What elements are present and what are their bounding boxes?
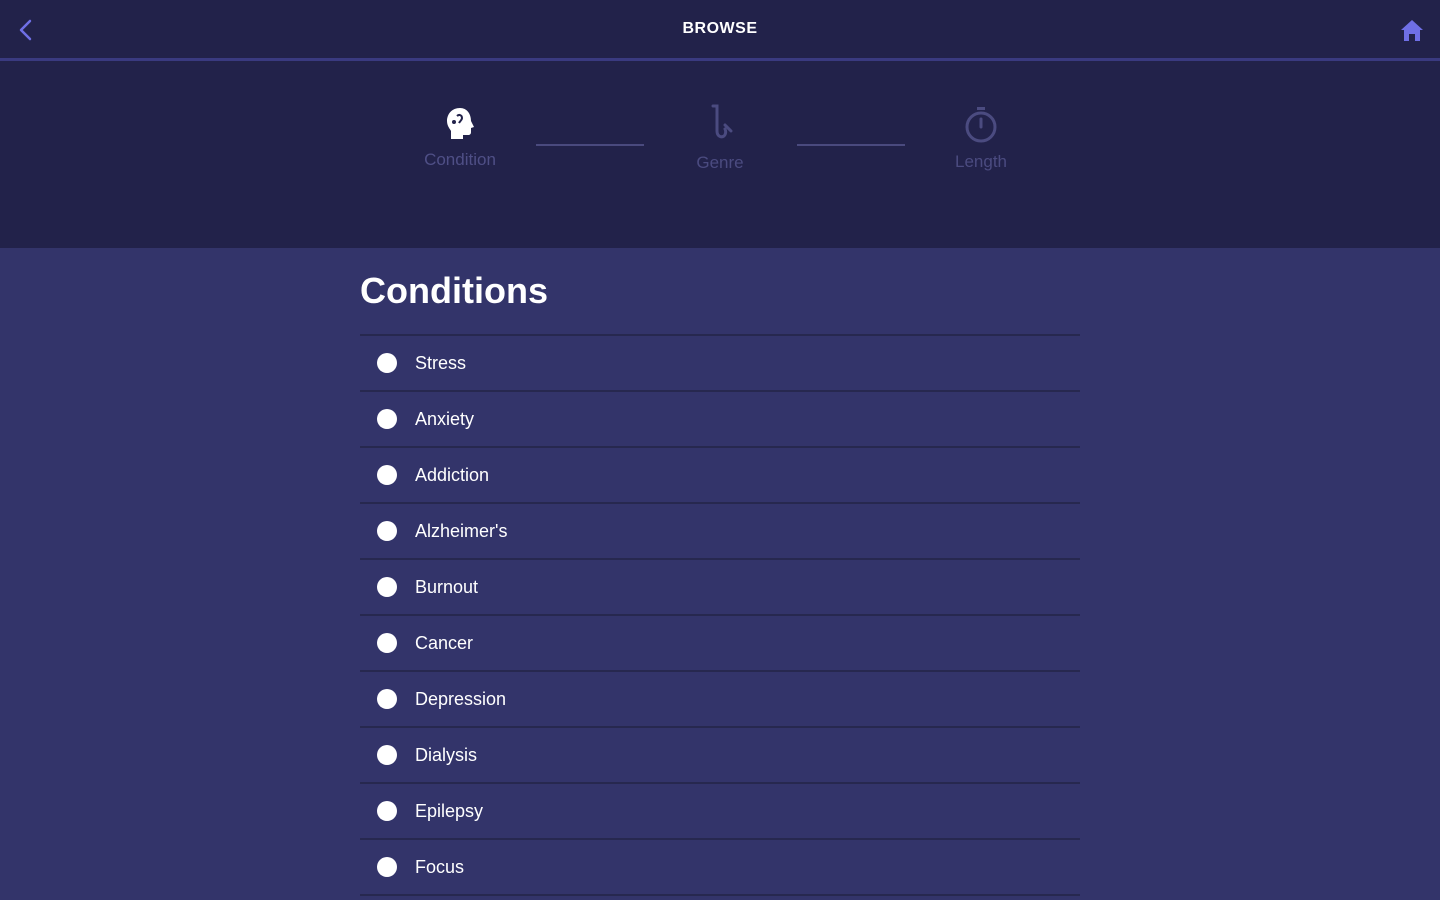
list-item-label: Burnout xyxy=(415,576,479,597)
step-label: Genre xyxy=(696,153,744,172)
radio-button[interactable] xyxy=(377,577,397,597)
radio-button[interactable] xyxy=(377,409,397,429)
step-label: Condition xyxy=(424,150,496,169)
radio-button[interactable] xyxy=(377,521,397,541)
stopwatch-icon xyxy=(965,107,997,143)
step-length[interactable]: Length xyxy=(921,106,1041,172)
step-label: Length xyxy=(955,152,1007,171)
list-item-label: Focus xyxy=(415,856,465,877)
radio-button[interactable] xyxy=(377,689,397,709)
top-bar: BROWSE xyxy=(0,0,1440,61)
step-condition[interactable]: Condition xyxy=(400,106,520,170)
list-item-label: Epilepsy xyxy=(415,800,484,821)
list-item-label: Cancer xyxy=(415,632,474,653)
list-item-label: Anxiety xyxy=(415,408,475,429)
radio-button[interactable] xyxy=(377,801,397,821)
radio-button[interactable] xyxy=(377,857,397,877)
saxophone-icon xyxy=(711,104,733,139)
list-item[interactable]: Stress xyxy=(360,336,1080,392)
page-title: BROWSE xyxy=(682,20,758,37)
conditions-section: Conditions Stress Anxiety Addiction Alzh… xyxy=(360,248,1080,896)
section-title: Conditions xyxy=(360,270,548,311)
list-item[interactable]: Epilepsy xyxy=(360,784,1080,840)
list-item[interactable]: Dialysis xyxy=(360,728,1080,784)
radio-button[interactable] xyxy=(377,745,397,765)
step-genre[interactable]: Genre xyxy=(660,103,780,173)
list-item[interactable]: Anxiety xyxy=(360,392,1080,448)
list-item-label: Addiction xyxy=(415,464,490,485)
home-icon xyxy=(1401,20,1423,41)
radio-button[interactable] xyxy=(377,633,397,653)
list-item-label: Stress xyxy=(415,352,467,373)
browse-stepper: Condition Genre Length xyxy=(0,61,1440,248)
conditions-list: Stress Anxiety Addiction Alzheimer's Bur… xyxy=(360,334,1080,896)
list-item[interactable]: Focus xyxy=(360,840,1080,896)
list-item[interactable]: Depression xyxy=(360,672,1080,728)
list-item[interactable]: Cancer xyxy=(360,616,1080,672)
step-connector xyxy=(536,144,644,146)
list-item-label: Depression xyxy=(415,688,507,709)
list-item[interactable]: Burnout xyxy=(360,560,1080,616)
home-button[interactable] xyxy=(1398,16,1426,44)
radio-button[interactable] xyxy=(377,353,397,373)
list-item[interactable]: Addiction xyxy=(360,448,1080,504)
list-item[interactable]: Alzheimer's xyxy=(360,504,1080,560)
list-item-label: Alzheimer's xyxy=(415,520,508,541)
list-item-label: Dialysis xyxy=(415,744,478,765)
radio-button[interactable] xyxy=(377,465,397,485)
step-connector xyxy=(797,144,905,146)
head-icon xyxy=(447,108,474,139)
